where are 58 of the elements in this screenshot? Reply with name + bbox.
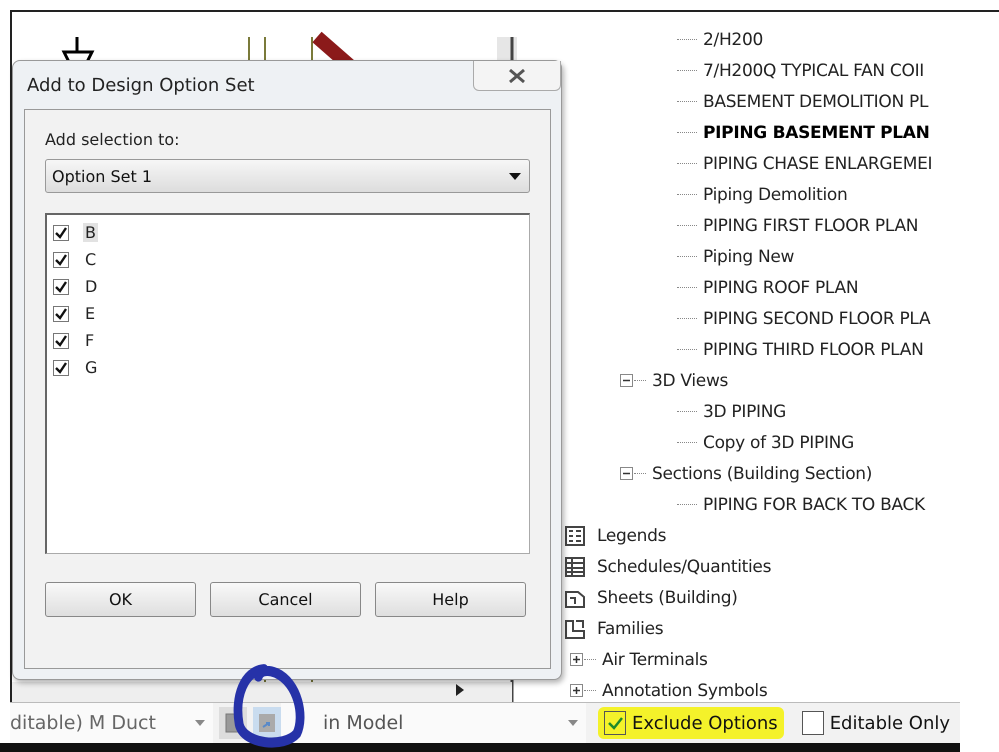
- table-icon[interactable]: [565, 556, 585, 576]
- tree-item[interactable]: Copy of 3D PIPING: [703, 432, 854, 452]
- folder-icon[interactable]: [565, 618, 585, 638]
- close-button[interactable]: [473, 61, 561, 91]
- tree-item[interactable]: 3D PIPING: [703, 402, 786, 422]
- tree-item[interactable]: Legends: [597, 526, 666, 546]
- toolbar-button[interactable]: [253, 707, 281, 739]
- tree-item[interactable]: BASEMENT DEMOLITION PL: [703, 92, 928, 112]
- collapse-icon[interactable]: [620, 467, 633, 480]
- collapse-icon[interactable]: [620, 374, 633, 387]
- checkbox[interactable]: [53, 278, 69, 294]
- expand-icon[interactable]: [570, 684, 583, 697]
- option-item[interactable]: G: [83, 358, 100, 377]
- dialog-button[interactable]: Help: [375, 582, 526, 617]
- option-toggle[interactable]: Editable Only: [796, 707, 956, 739]
- tree-item[interactable]: PIPING FOR BACK TO BACK: [703, 494, 925, 514]
- checkbox[interactable]: [53, 252, 69, 268]
- dialog-title: Add to Design Option Set: [27, 75, 255, 96]
- tree-item[interactable]: PIPING SECOND FLOOR PLA: [703, 308, 930, 328]
- tree-item[interactable]: Annotation Symbols: [602, 680, 768, 700]
- checkbox[interactable]: [53, 224, 69, 240]
- tree-item[interactable]: Piping New: [703, 246, 794, 266]
- type-selector[interactable]: ditable) M Duct: [10, 703, 213, 743]
- tree-item[interactable]: 2/H200: [703, 30, 763, 50]
- tree-item[interactable]: PIPING CHASE ENLARGEMEI: [703, 154, 932, 174]
- option-item[interactable]: E: [83, 304, 98, 323]
- caret-icon: [568, 720, 578, 726]
- tree-item[interactable]: Sections (Building Section): [652, 464, 872, 484]
- close-icon: [508, 68, 526, 82]
- tree-item[interactable]: Air Terminals: [602, 650, 708, 670]
- workset-selector[interactable]: in Model: [281, 703, 586, 743]
- check-icon: [607, 716, 623, 730]
- caret-icon: [195, 720, 205, 726]
- tree-item[interactable]: PIPING ROOF PLAN: [703, 278, 858, 298]
- tree-item[interactable]: PIPING FIRST FLOOR PLAN: [703, 216, 918, 236]
- caret-icon: [509, 172, 521, 180]
- expand-icon[interactable]: [570, 653, 583, 666]
- checkbox[interactable]: [53, 332, 69, 348]
- option-item[interactable]: F: [83, 331, 96, 350]
- tree-item[interactable]: Sheets (Building): [597, 588, 738, 608]
- option-item[interactable]: B: [83, 223, 98, 242]
- tree-item[interactable]: Schedules/Quantities: [597, 556, 772, 576]
- checkbox[interactable]: [53, 306, 69, 322]
- tree-item[interactable]: PIPING BASEMENT PLAN: [703, 122, 930, 142]
- dialog-button[interactable]: Cancel: [210, 582, 361, 617]
- field-label: Add selection to:: [45, 130, 181, 149]
- tree-item[interactable]: 3D Views: [652, 370, 728, 390]
- option-set-dropdown[interactable]: Option Set 1: [45, 159, 530, 193]
- checkbox[interactable]: [53, 360, 69, 376]
- option-item[interactable]: C: [83, 250, 98, 269]
- dialog-button[interactable]: OK: [45, 582, 196, 617]
- tree-item[interactable]: Families: [597, 618, 664, 638]
- option-toggle[interactable]: Exclude Options: [598, 707, 784, 739]
- tree-item[interactable]: 7/H200Q TYPICAL FAN COII: [703, 60, 924, 80]
- option-item[interactable]: D: [83, 277, 100, 296]
- tree-item[interactable]: Piping Demolition: [703, 184, 848, 204]
- tree-item[interactable]: PIPING THIRD FLOOR PLAN: [703, 340, 924, 360]
- legend-icon[interactable]: [565, 526, 585, 546]
